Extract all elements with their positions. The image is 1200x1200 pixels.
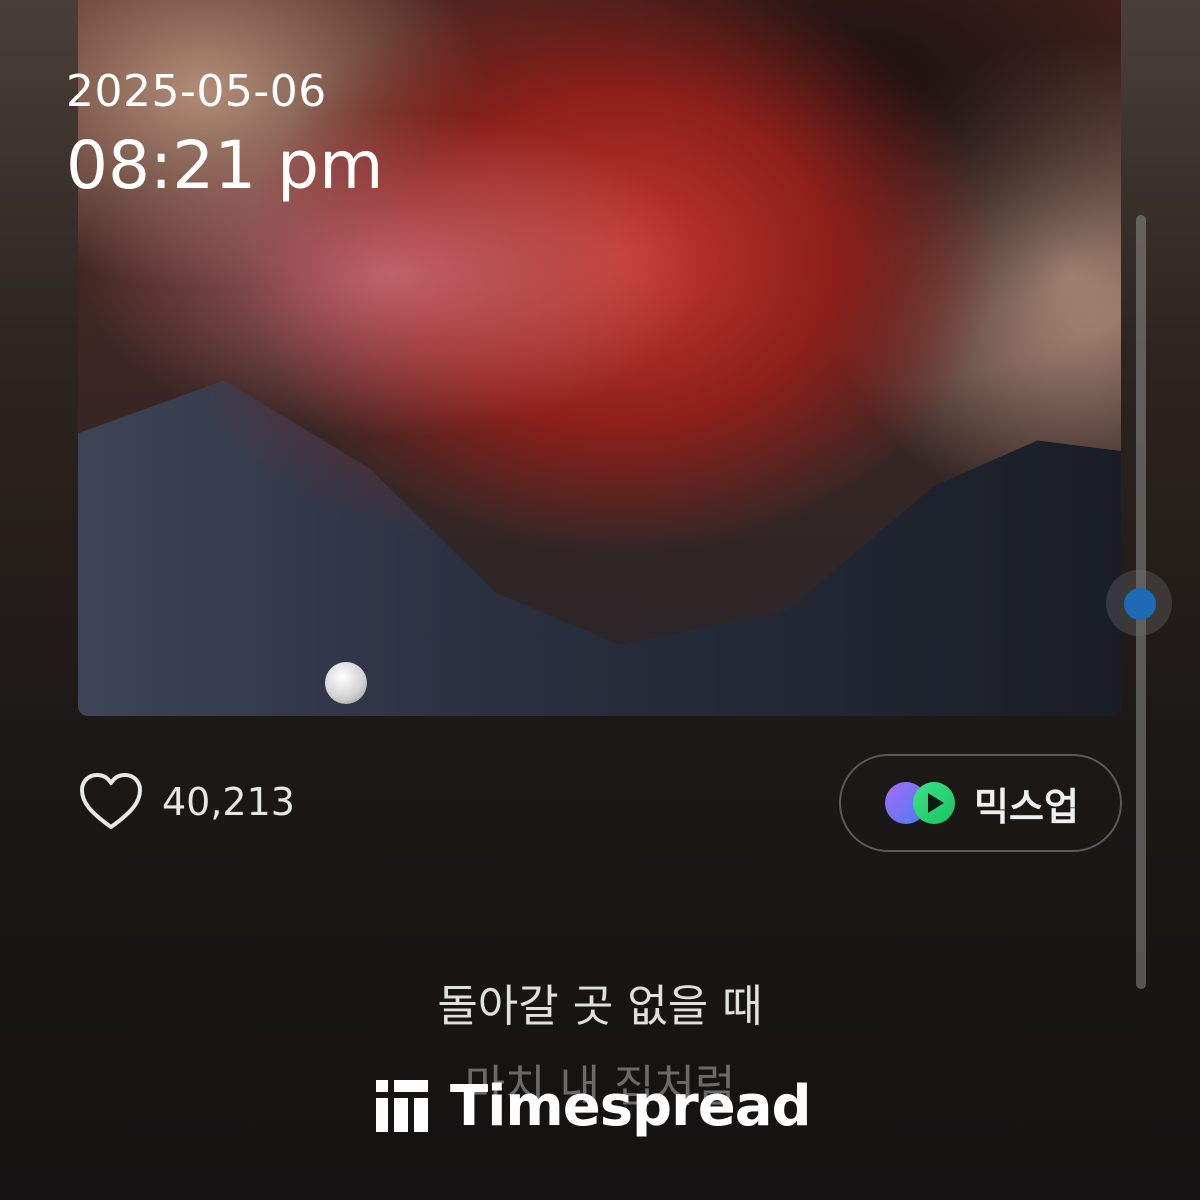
timespread-watermark: Timespread — [376, 1073, 812, 1139]
heart-outline-icon[interactable] — [78, 772, 144, 832]
lyric-line-current[interactable]: 돌아갈 곳 없을 때 — [0, 970, 1200, 1034]
datetime-overlay: 2025-05-06 08:21 pm — [66, 66, 383, 206]
like-count: 40,213 — [162, 780, 295, 824]
date-label: 2025-05-06 — [66, 66, 327, 117]
like-control[interactable]: 40,213 — [78, 772, 295, 832]
mixup-button[interactable]: 믹스업 — [839, 754, 1122, 852]
album-art-shirt — [78, 380, 1121, 716]
watermark-text: Timespread — [450, 1073, 812, 1139]
mixup-label: 믹스업 — [974, 784, 1079, 829]
album-art-shirt-button — [325, 662, 367, 704]
time-label: 08:21 pm — [66, 127, 384, 204]
mixup-play-icon — [885, 782, 956, 824]
timespread-logo-icon — [376, 1080, 428, 1132]
lyrics-scrollbar-thumb[interactable] — [1124, 588, 1156, 620]
